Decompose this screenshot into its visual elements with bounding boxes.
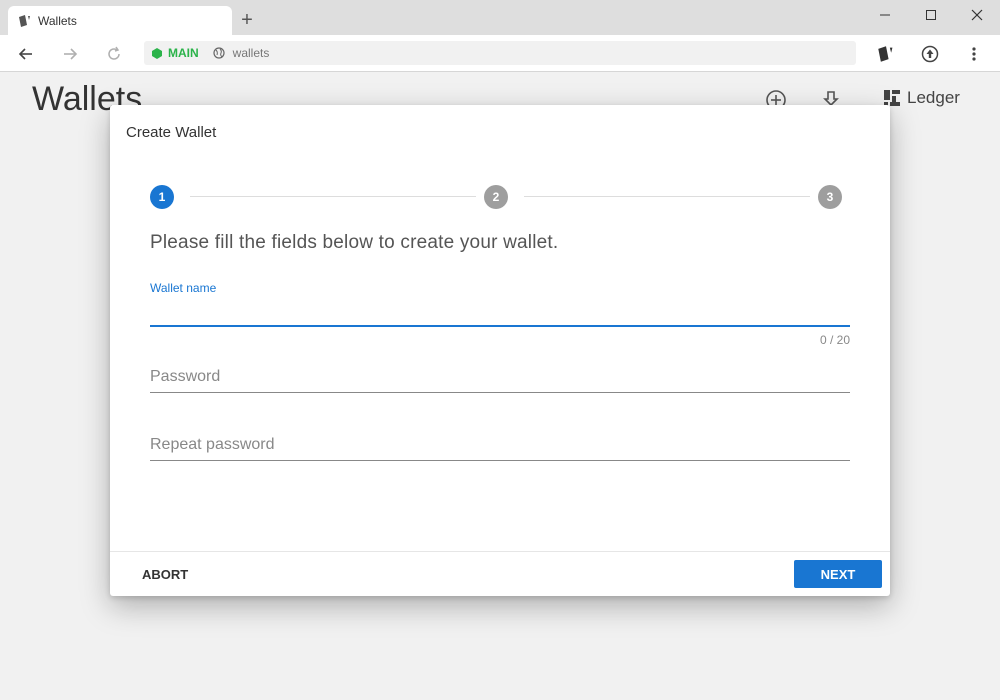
- wallet-name-input[interactable]: [150, 295, 850, 325]
- dialog-title: Create Wallet: [126, 124, 217, 141]
- reload-button[interactable]: [102, 42, 126, 66]
- circle-arrow-up-icon: [921, 45, 939, 63]
- password-input[interactable]: [150, 362, 850, 392]
- abort-button[interactable]: ABORT: [128, 560, 202, 588]
- ledger-button[interactable]: Ledger: [884, 88, 960, 108]
- maximize-button[interactable]: [916, 4, 946, 26]
- stepper: 1 2 3: [150, 185, 842, 209]
- network-badge: MAIN: [152, 46, 199, 60]
- wallet-name-label: Wallet name: [150, 281, 217, 295]
- arrow-left-icon: [18, 48, 32, 60]
- extension-button[interactable]: [874, 42, 898, 66]
- character-counter: 0 / 20: [819, 333, 850, 347]
- repeat-password-underline: [150, 460, 850, 461]
- step-3: 3: [818, 185, 842, 209]
- address-bar[interactable]: MAIN wallets: [144, 41, 856, 65]
- menu-button[interactable]: [962, 42, 986, 66]
- ledger-icon: [884, 90, 900, 106]
- wallet-icon: [18, 14, 32, 28]
- repeat-password-field: [150, 430, 850, 461]
- globe-icon: [213, 47, 225, 59]
- more-vert-icon: [972, 47, 976, 61]
- maximize-icon: [926, 10, 936, 20]
- minimize-button[interactable]: [870, 4, 900, 26]
- create-wallet-dialog: Create Wallet 1 2 3 Please fill the fiel…: [110, 105, 890, 596]
- next-button[interactable]: NEXT: [794, 560, 882, 588]
- forward-button[interactable]: [58, 42, 82, 66]
- step-connector: [524, 196, 810, 197]
- instructions-text: Please fill the fields below to create y…: [150, 232, 559, 253]
- step-2: 2: [484, 185, 508, 209]
- browser-toolbar: MAIN wallets: [0, 35, 1000, 72]
- wallet-name-underline: [150, 325, 850, 327]
- tab-title: Wallets: [38, 13, 77, 28]
- reload-icon: [108, 46, 120, 60]
- arrow-right-icon: [64, 48, 78, 60]
- password-field: [150, 362, 850, 393]
- browser-tab[interactable]: Wallets: [8, 6, 232, 35]
- back-button[interactable]: [14, 42, 38, 66]
- step-1: 1: [150, 185, 174, 209]
- step-connector: [190, 196, 476, 197]
- close-icon: [971, 9, 983, 21]
- hexagon-icon: [152, 47, 162, 59]
- wallet-name-field: Wallet name 0 / 20: [150, 281, 850, 347]
- new-tab-button[interactable]: +: [236, 9, 258, 31]
- repeat-password-input[interactable]: [150, 430, 850, 460]
- tab-strip: Wallets +: [0, 0, 1000, 35]
- upload-button[interactable]: [918, 42, 942, 66]
- minimize-icon: [880, 14, 890, 16]
- dialog-footer: ABORT NEXT: [110, 551, 890, 596]
- password-underline: [150, 392, 850, 393]
- url-text: wallets: [232, 46, 270, 60]
- close-window-button[interactable]: [962, 4, 992, 26]
- network-label: MAIN: [168, 46, 199, 60]
- wallet-extension-icon: [878, 46, 893, 62]
- ledger-label: Ledger: [907, 88, 960, 107]
